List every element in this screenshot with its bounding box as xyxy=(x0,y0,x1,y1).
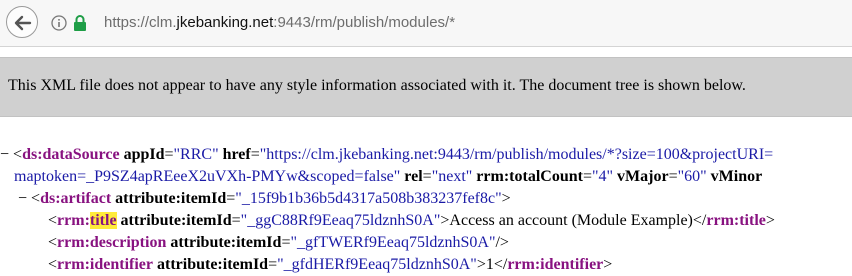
tag-prefix: rrm: xyxy=(57,212,90,229)
back-button[interactable] xyxy=(6,6,38,38)
secure-lock-icon[interactable] xyxy=(73,14,87,32)
tag-name: rrm:identifier xyxy=(507,256,604,273)
tag-open-bracket: < xyxy=(31,190,41,207)
xml-line-datasource-cont: maptoken=_P9SZ4apREeeX2uVXh-PMYw&scoped=… xyxy=(14,166,762,188)
attr-value: "RRC" xyxy=(173,146,219,163)
attr-equals: = xyxy=(164,146,174,163)
attr-name: attribute:itemId xyxy=(120,212,232,229)
attr-value: "https://clm.jkebanking.net:9443/rm/publ… xyxy=(259,146,774,163)
tag-name: rrm:title xyxy=(706,212,766,229)
xml-line-title: <rrm:title attribute:itemId="_ggC88Rf9Ee… xyxy=(48,210,775,232)
attr-name: appId xyxy=(123,146,165,163)
xml-line-identifier: <rrm:identifier attribute:itemId="_gfdHE… xyxy=(48,254,612,276)
tag-name: ds:dataSource xyxy=(22,146,120,163)
url-prefix: https://clm. xyxy=(104,14,177,31)
search-highlight: title xyxy=(89,212,117,229)
attr-value: "_ggC88Rf9Eeaq75ldznhS0A" xyxy=(240,212,441,229)
attr-name: rrm:totalCount xyxy=(476,168,583,185)
self-close-bracket: /> xyxy=(495,234,509,251)
tag-close-bracket: > xyxy=(765,212,775,229)
url-host: jkebanking.net xyxy=(176,14,274,31)
attr-equals: = xyxy=(231,212,241,229)
attr-name: vMinor xyxy=(710,168,763,185)
attr-equals: = xyxy=(668,168,678,185)
attr-value: "_gfTWERf9Eeaq75ldznhS0A" xyxy=(290,234,496,251)
tag-open-bracket: < xyxy=(13,146,23,163)
attr-name: attribute:itemId xyxy=(170,234,282,251)
address-bar[interactable]: https://clm.jkebanking.net:9443/rm/publi… xyxy=(104,13,455,33)
attr-value: maptoken=_P9SZ4apREeeX2uVXh-PMYw&scoped=… xyxy=(14,168,401,185)
attr-name: attribute:itemId xyxy=(156,256,269,273)
browser-toolbar: https://clm.jkebanking.net:9443/rm/publi… xyxy=(0,0,852,47)
attr-value: "_15f9b1b36b5d4317a508b383237fef8c" xyxy=(235,190,502,207)
attr-equals: = xyxy=(226,190,236,207)
back-arrow-icon xyxy=(14,15,32,31)
tag-name: rrm:description xyxy=(57,234,167,251)
tag-open-bracket: < xyxy=(48,212,58,229)
attr-value: "60" xyxy=(677,168,707,185)
tag-close-bracket: > xyxy=(603,256,613,273)
tag-open-bracket: < xyxy=(48,256,58,273)
element-text: 1 xyxy=(485,256,494,273)
tag-open-bracket: < xyxy=(48,234,58,251)
tag-close-bracket: > xyxy=(476,256,486,273)
xml-style-notice: This XML file does not appear to have an… xyxy=(0,57,852,117)
notice-text: This XML file does not appear to have an… xyxy=(8,77,746,94)
attr-value: "next" xyxy=(431,168,473,185)
tag-name: rrm:identifier xyxy=(57,256,153,273)
url-path: :9443/rm/publish/modules/* xyxy=(273,14,456,31)
attr-name: vMajor xyxy=(617,168,669,185)
closing-tag-bracket: </ xyxy=(692,212,707,229)
attr-equals: = xyxy=(268,256,278,273)
tag-close-bracket: > xyxy=(501,190,511,207)
xml-line-artifact: − <ds:artifact attribute:itemId="_15f9b1… xyxy=(18,188,511,210)
info-icon[interactable] xyxy=(51,15,67,31)
collapse-toggle[interactable]: − xyxy=(18,190,27,207)
attr-name: attribute:itemId xyxy=(115,190,227,207)
xml-line-datasource: − <ds:dataSource appId="RRC" href="https… xyxy=(0,144,773,166)
closing-tag-bracket: </ xyxy=(493,256,508,273)
xml-line-description: <rrm:description attribute:itemId="_gfTW… xyxy=(48,232,509,254)
attr-value: "4" xyxy=(591,168,614,185)
element-text: Access an account (Module Example) xyxy=(449,212,693,229)
attr-equals: = xyxy=(422,168,432,185)
attr-name: rel xyxy=(404,168,423,185)
tag-name: ds:artifact xyxy=(40,190,112,207)
attr-name: href xyxy=(222,146,251,163)
attr-value: "_gfdHERf9Eeaq75ldznhS0A" xyxy=(277,256,477,273)
attr-equals: = xyxy=(250,146,260,163)
collapse-toggle[interactable]: − xyxy=(0,146,9,163)
attr-equals: = xyxy=(582,168,592,185)
